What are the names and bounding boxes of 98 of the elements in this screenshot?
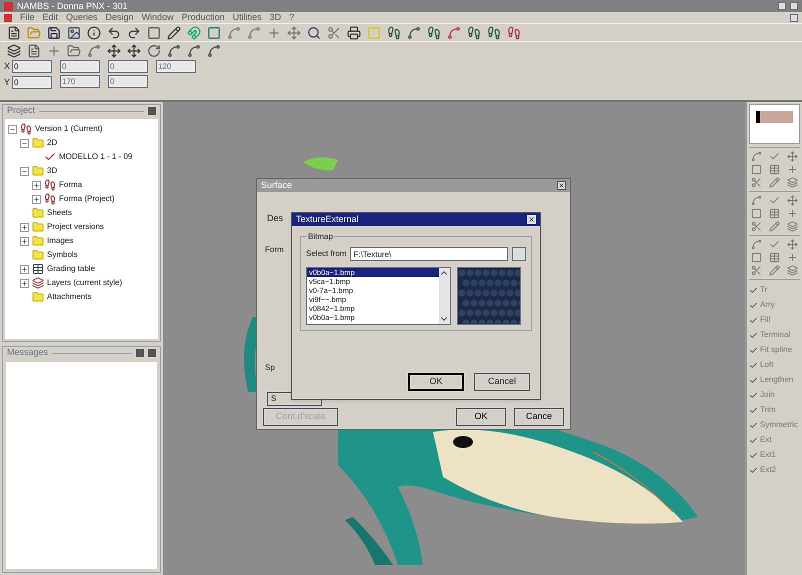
plus-icon [21,280,28,286]
collapse-toggle[interactable] [20,138,29,148]
tool-icon[interactable] [766,177,782,188]
window-title: NAMBS - Donna PNX - 301 [17,2,128,10]
tool-icon[interactable] [766,265,782,276]
command-item[interactable]: Lengthen [760,374,794,386]
tree-item[interactable]: Images [47,235,74,247]
coordinate-field[interactable]: 0 [108,60,148,73]
tree-item[interactable]: Grading table [47,263,96,275]
tree-item[interactable]: Symbols [47,249,78,261]
menu-item[interactable]: Production [182,13,225,22]
minimize-button[interactable] [778,2,786,10]
coordinate-field[interactable]: 0 [60,60,100,73]
collapse-toggle[interactable] [20,166,29,176]
plus-icon [33,182,40,188]
menu-item[interactable]: Window [142,13,174,22]
table-icon [32,263,44,275]
plus-icon [33,196,40,202]
folder-icon [32,165,44,177]
expand-toggle[interactable] [20,278,29,288]
command-item[interactable]: Join [760,389,775,401]
plus-icon [21,224,28,230]
dialog-title: TextureExternal [296,212,359,226]
tree-item[interactable]: Layers (current style) [47,277,122,289]
tree-item[interactable]: Forma [59,179,82,191]
menu-item[interactable]: File [20,13,35,22]
tree-item[interactable]: Project versions [47,221,104,233]
group-title: Bitmap [307,231,334,243]
coordinate-field[interactable]: 0 [12,60,52,74]
close-button[interactable] [557,181,566,190]
expand-toggle[interactable] [32,194,41,204]
tree-item[interactable]: Forma (Project) [59,193,115,205]
tree-item[interactable]: Attachments [47,291,92,303]
expand-toggle[interactable] [20,222,29,232]
expand-toggle[interactable] [20,264,29,274]
menu-item[interactable]: Queries [66,13,98,22]
collapse-toggle[interactable] [8,124,17,134]
axis-label: Y [4,76,10,88]
menu-item[interactable]: Design [106,13,134,22]
dialog-title: Surface [261,178,292,192]
menu-item[interactable]: Edit [42,13,58,22]
field-label: Select from [306,248,346,260]
folder-icon [32,137,44,149]
field-label: Sp [265,362,275,374]
command-item[interactable]: Loft [760,359,774,371]
command-item[interactable]: Terminal [760,329,790,341]
dialog-button[interactable]: OK [408,373,464,391]
expand-toggle[interactable] [20,236,29,246]
shoe-icon [44,193,56,205]
path-field[interactable]: F:\Texture\ [350,247,508,261]
tree-item[interactable]: Sheets [47,207,72,219]
tree-item[interactable]: 3D [47,165,58,177]
command-item[interactable]: Fit spline [760,344,792,356]
command-item[interactable]: Ext2 [760,464,776,476]
command-item[interactable]: Trim [760,404,776,416]
tree-item[interactable]: MODELLO 1 - 1 - 09 [59,151,132,163]
panel-title: Messages [7,346,48,360]
dialog-button[interactable]: Cancel [474,373,530,391]
command-item[interactable]: Ext1 [760,449,776,461]
panel-title: Project [7,104,36,118]
command-item[interactable]: Symmetric [760,419,798,431]
close-button[interactable] [527,215,536,224]
coordinate-field[interactable]: 120 [156,60,196,73]
scrollbar[interactable] [439,268,450,324]
tool-icon[interactable] [766,221,782,232]
app-logo-icon [4,2,13,10]
axis-label: X [4,60,10,73]
coordinate-field[interactable]: 170 [60,75,100,88]
tree-item[interactable]: 2D [47,137,58,149]
command-item[interactable]: Fill [760,314,770,326]
shoe-icon [20,123,32,135]
tab-label: Form [265,244,284,256]
menu-item[interactable]: ? [289,13,294,22]
folder-icon [32,221,44,233]
tree-item[interactable]: Version 1 (Current) [35,123,103,135]
folder-icon [32,249,44,261]
menu-item[interactable]: Utilities [232,13,262,22]
shoe-icon [44,179,56,191]
menu-item[interactable]: 3D [270,13,282,22]
command-item[interactable]: Arry [760,299,775,311]
command-item[interactable]: Ext [760,434,772,446]
field-label: Des [267,212,284,225]
folder-icon [32,291,44,303]
folder-icon [32,235,44,247]
coordinate-field[interactable]: 0 [108,75,148,88]
document-icon [4,14,12,22]
browse-button[interactable] [512,247,526,261]
coordinate-field[interactable]: 0 [12,76,52,89]
check-icon [44,151,56,163]
dialog-button[interactable]: Cance [514,408,564,426]
logo-icon [756,111,793,123]
folder-icon [32,207,44,219]
layers-icon [32,277,44,289]
dialog-button[interactable]: OK [456,408,506,426]
plus-icon [21,238,28,244]
plus-icon [21,266,28,272]
expand-toggle[interactable] [32,180,41,190]
command-item[interactable]: Tr [760,284,768,296]
